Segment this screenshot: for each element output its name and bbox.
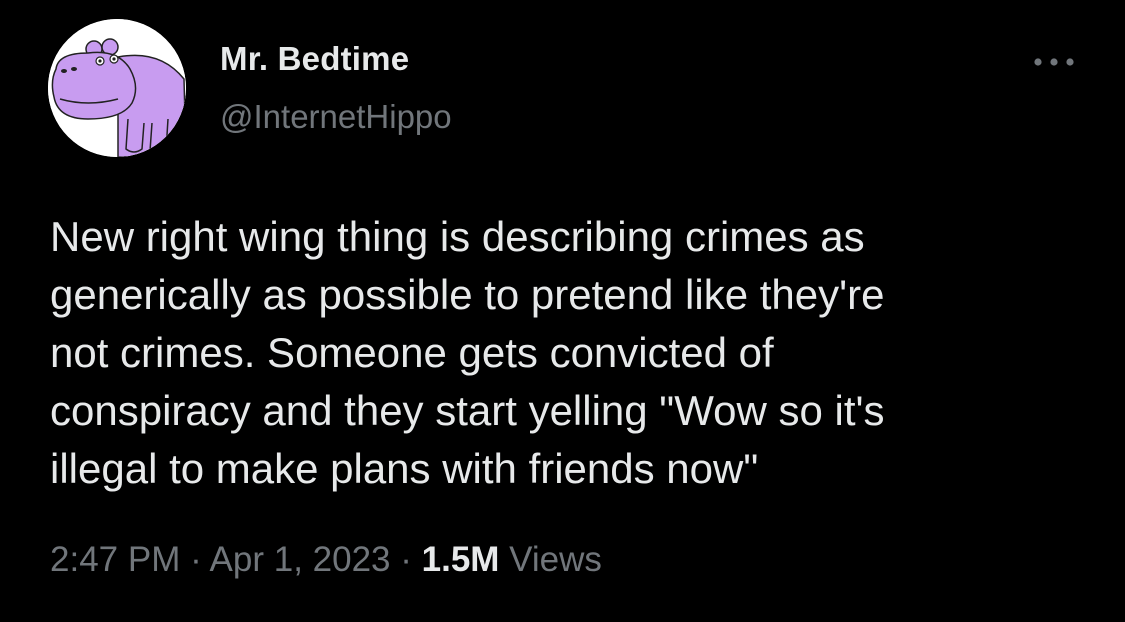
tweet-date[interactable]: Apr 1, 2023 [210,540,391,579]
meta-separator: · [180,540,210,579]
tweet-time[interactable]: 2:47 PM [50,540,180,579]
tweet-card: Mr. Bedtime @InternetHippo New right win… [0,0,1125,622]
views-count[interactable]: 1.5M [422,540,500,579]
meta-separator: · [390,540,422,579]
tweet-metadata: 2:47 PM · Apr 1, 2023 · 1.5M Views [50,540,602,580]
hippo-icon [48,19,186,157]
tweet-text: New right wing thing is describing crime… [50,213,885,492]
user-handle[interactable]: @InternetHippo [220,98,452,136]
more-options-icon[interactable] [1030,52,1078,72]
avatar[interactable] [48,19,186,157]
display-name[interactable]: Mr. Bedtime [220,40,409,78]
views-label[interactable]: Views [509,540,602,579]
